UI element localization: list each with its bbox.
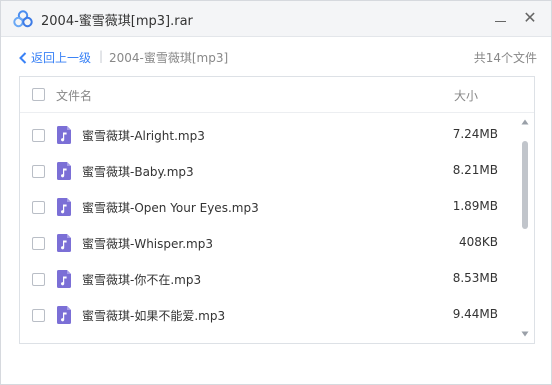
row-checkbox[interactable] xyxy=(32,309,45,322)
chevron-left-icon xyxy=(19,51,27,64)
music-file-icon xyxy=(57,234,71,252)
music-file-icon xyxy=(57,198,71,216)
back-button[interactable]: 返回上一级 xyxy=(19,49,91,66)
table-header: 文件名 大小 xyxy=(20,77,534,113)
scroll-down-arrow-icon[interactable] xyxy=(521,331,529,337)
scroll-up-arrow-icon[interactable] xyxy=(521,119,529,125)
file-row[interactable]: 蜜雪薇琪-Baby.mp3 8.21MB xyxy=(20,153,520,189)
file-row[interactable]: 蜜雪薇琪-Alright.mp3 7.24MB xyxy=(20,117,520,153)
minimize-button[interactable] xyxy=(487,5,513,31)
file-count: 共14个文件 xyxy=(473,51,537,65)
row-checkbox[interactable] xyxy=(32,165,45,178)
vertical-scrollbar[interactable] xyxy=(518,115,532,343)
file-row[interactable]: 蜜雪薇琪-Open Your Eyes.mp3 1.89MB xyxy=(20,189,520,225)
file-size: 8.53MB xyxy=(452,271,498,285)
file-name: 蜜雪薇琪-你不在.mp3 xyxy=(82,273,202,287)
column-header-name[interactable]: 文件名 xyxy=(56,87,92,104)
file-size: 8.21MB xyxy=(452,163,498,177)
music-file-icon xyxy=(57,306,71,324)
row-checkbox[interactable] xyxy=(32,129,45,142)
back-label: 返回上一级 xyxy=(31,51,92,65)
scrollbar-thumb[interactable] xyxy=(522,141,528,229)
row-checkbox[interactable] xyxy=(32,201,45,214)
file-name: 蜜雪薇琪-Whisper.mp3 xyxy=(82,237,213,251)
close-button[interactable]: ✕ xyxy=(517,5,543,31)
file-name: 蜜雪薇琪-Baby.mp3 xyxy=(82,165,194,179)
music-file-icon xyxy=(57,126,71,144)
close-icon: ✕ xyxy=(523,8,537,27)
file-row[interactable]: 蜜雪薇琪-如果不能爱.mp3 9.44MB xyxy=(20,297,520,333)
file-name: 蜜雪薇琪-Alright.mp3 xyxy=(82,129,205,143)
file-row[interactable]: 蜜雪薇琪-Whisper.mp3 408KB xyxy=(20,225,520,261)
file-row[interactable]: 蜜雪薇琪-你不在.mp3 8.53MB xyxy=(20,261,520,297)
cloud-logo-icon xyxy=(13,10,33,28)
row-checkbox[interactable] xyxy=(32,273,45,286)
file-name: 蜜雪薇琪-Open Your Eyes.mp3 xyxy=(82,201,259,215)
file-size: 1.89MB xyxy=(452,199,498,213)
file-name: 蜜雪薇琪-如果不能爱.mp3 xyxy=(82,309,226,323)
window-title: 2004-蜜雪薇琪[mp3].rar xyxy=(41,14,193,29)
breadcrumb-current-folder: 2004-蜜雪薇琪[mp3] xyxy=(109,51,229,65)
file-size: 408KB xyxy=(458,235,498,249)
file-size: 9.44MB xyxy=(452,307,498,321)
column-header-size[interactable]: 大小 xyxy=(454,87,478,104)
music-file-icon xyxy=(57,162,71,180)
archive-viewer-window: 2004-蜜雪薇琪[mp3].rar ✕ 返回上一级 | 2004-蜜雪薇琪[m… xyxy=(0,0,552,385)
file-size: 7.24MB xyxy=(452,127,498,141)
select-all-checkbox[interactable] xyxy=(32,88,45,101)
row-checkbox[interactable] xyxy=(32,237,45,250)
file-list-panel: 文件名 大小 蜜雪薇琪-Alright.mp3 7.24MB 蜜雪薇琪-Baby… xyxy=(19,76,535,344)
path-bar: 返回上一级 | 2004-蜜雪薇琪[mp3] 共14个文件 xyxy=(19,48,539,68)
title-bar: 2004-蜜雪薇琪[mp3].rar ✕ xyxy=(1,1,551,37)
minimize-icon xyxy=(494,20,506,22)
music-file-icon xyxy=(57,270,71,288)
breadcrumb-separator: | xyxy=(99,49,104,63)
